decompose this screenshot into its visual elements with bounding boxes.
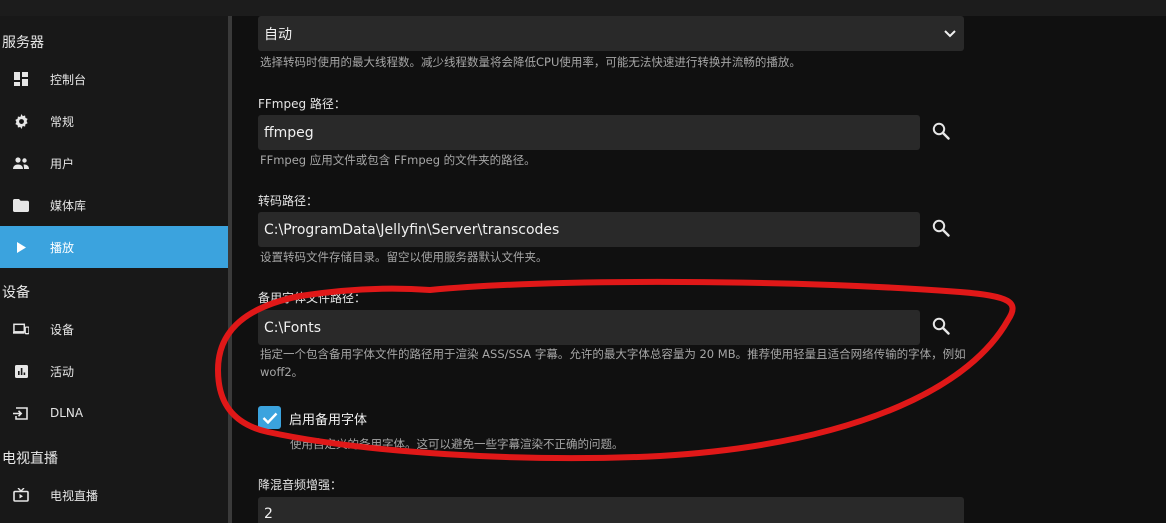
ffmpeg-path-value: ffmpeg — [264, 124, 314, 141]
chevron-down-icon — [944, 26, 956, 42]
transcode-path-label: 转码路径： — [258, 194, 319, 208]
downmix-boost-input[interactable]: 2 — [258, 497, 964, 523]
fallback-font-path-help: 指定一个包含备用字体文件的路径用于渲染 ASS/SSA 字幕。允许的最大字体总容… — [260, 347, 966, 379]
thread-count-help: 选择转码时使用的最大线程数。减少线程数量将会降低CPU使用率，可能无法快速进行转… — [260, 55, 801, 69]
sidebar-item-label: 播放 — [50, 240, 75, 255]
enable-fallback-font-help: 使用自定义的备用字体。这可以避免一些字幕渲染不正确的问题。 — [290, 437, 624, 451]
sidebar-item-playback[interactable]: 播放 — [0, 226, 228, 268]
ffmpeg-path-search-icon[interactable] — [932, 122, 952, 142]
sidebar-item-label: 常规 — [50, 114, 75, 129]
gear-icon — [13, 113, 29, 129]
fallback-font-path-value: C:\Fonts — [264, 319, 321, 336]
sidebar: 服务器 控制台 常规 用户 媒体库 播放 设备 设备 活动 DLNA 电视直播 … — [0, 16, 228, 523]
fallback-font-path-search-icon[interactable] — [932, 317, 952, 337]
transcode-path-search-icon[interactable] — [932, 219, 952, 239]
playback-settings-panel: 自动 选择转码时使用的最大线程数。减少线程数量将会降低CPU使用率，可能无法快速… — [232, 16, 1166, 523]
devices-icon — [13, 321, 29, 337]
dlna-icon — [13, 405, 29, 421]
enable-fallback-font-label: 启用备用字体 — [289, 413, 368, 428]
sidebar-item-label: 活动 — [50, 364, 75, 379]
section-header-server: 服务器 — [2, 35, 44, 51]
sidebar-item-library[interactable]: 媒体库 — [0, 184, 228, 226]
transcode-path-help: 设置转码文件存储目录。留空以使用服务器默认文件夹。 — [260, 250, 548, 264]
downmix-boost-value: 2 — [264, 506, 273, 522]
sidebar-item-dashboard[interactable]: 控制台 — [0, 58, 228, 100]
enable-fallback-font-checkbox[interactable] — [258, 406, 281, 429]
fallback-font-path-input[interactable]: C:\Fonts — [258, 310, 920, 345]
section-header-devices: 设备 — [2, 285, 30, 301]
activity-icon — [13, 363, 29, 379]
sidebar-item-activity[interactable]: 活动 — [0, 350, 228, 392]
dashboard-icon — [13, 71, 29, 87]
sidebar-item-dlna[interactable]: DLNA — [0, 392, 228, 434]
sidebar-item-label: 电视直播 — [50, 488, 99, 503]
sidebar-item-general[interactable]: 常规 — [0, 100, 228, 142]
ffmpeg-path-help: FFmpeg 应用文件或包含 FFmpeg 的文件夹的路径。 — [260, 153, 536, 167]
sidebar-item-devices[interactable]: 设备 — [0, 308, 228, 350]
live-tv-icon — [13, 487, 29, 503]
play-icon — [13, 239, 29, 255]
top-bar — [0, 0, 1166, 16]
ffmpeg-path-label: FFmpeg 路径： — [258, 97, 346, 111]
downmix-boost-label: 降混音频增强： — [258, 478, 343, 492]
thread-count-select[interactable]: 自动 — [258, 16, 964, 51]
sidebar-item-label: 媒体库 — [50, 198, 87, 213]
ffmpeg-path-input[interactable]: ffmpeg — [258, 115, 920, 150]
transcode-path-value: C:\ProgramData\Jellyfin\Server\transcode… — [264, 221, 560, 238]
transcode-path-input[interactable]: C:\ProgramData\Jellyfin\Server\transcode… — [258, 212, 920, 247]
thread-count-value: 自动 — [264, 26, 292, 43]
section-header-live-tv: 电视直播 — [2, 451, 58, 467]
users-icon — [13, 155, 29, 171]
sidebar-item-label: 控制台 — [50, 72, 87, 87]
sidebar-item-label: 设备 — [50, 322, 75, 337]
sidebar-item-label: DLNA — [50, 406, 84, 420]
sidebar-item-live-tv[interactable]: 电视直播 — [0, 474, 228, 516]
fallback-font-path-label: 备用字体文件路径： — [258, 291, 367, 305]
folder-icon — [13, 197, 29, 213]
sidebar-item-users[interactable]: 用户 — [0, 142, 228, 184]
sidebar-item-label: 用户 — [50, 156, 75, 171]
